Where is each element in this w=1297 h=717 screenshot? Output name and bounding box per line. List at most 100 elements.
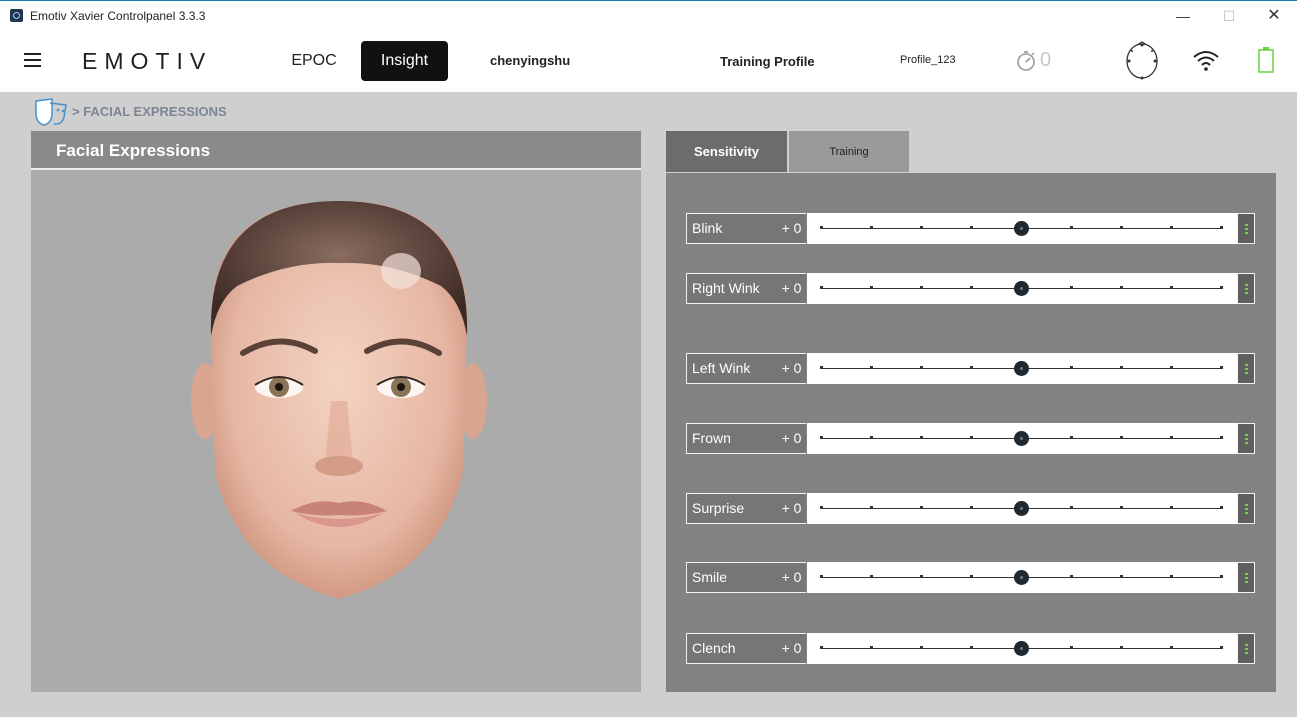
slider-knob[interactable] <box>1014 281 1029 296</box>
slider-tick <box>970 436 973 439</box>
slider-tick <box>920 646 923 649</box>
slider-tick <box>920 286 923 289</box>
smile-row: Smile + 0 <box>686 562 1256 593</box>
right-wink-row: Right Wink + 0 <box>686 273 1256 304</box>
level-bar <box>1245 372 1248 374</box>
slider-tick <box>1220 366 1223 369</box>
slider-tick <box>920 366 923 369</box>
level-bar <box>1245 364 1248 366</box>
masks-icon <box>35 98 67 126</box>
blink-row: Blink + 0 <box>686 213 1256 244</box>
tab-training[interactable]: Training <box>789 131 909 172</box>
level-indicator <box>1237 213 1255 244</box>
level-bar <box>1245 652 1248 654</box>
row-label: Frown <box>686 423 782 454</box>
level-bar <box>1245 442 1248 444</box>
row-label: Left Wink <box>686 353 782 384</box>
slider-tick <box>1220 286 1223 289</box>
row-label: Blink <box>686 213 782 244</box>
sensitivity-slider[interactable] <box>807 423 1237 454</box>
slider-tick <box>1220 226 1223 229</box>
window-title: Emotiv Xavier Controlpanel 3.3.3 <box>30 9 206 23</box>
slider-tick <box>870 506 873 509</box>
slider-tick <box>870 646 873 649</box>
sensitivity-slider[interactable] <box>807 562 1237 593</box>
slider-tick <box>1120 286 1123 289</box>
face-avatar-image <box>191 201 487 599</box>
slider-tick <box>1170 506 1173 509</box>
clench-row: Clench + 0 <box>686 633 1256 664</box>
stopwatch-icon <box>1017 51 1035 71</box>
tab-sensitivity[interactable]: Sensitivity <box>666 131 787 172</box>
maximize-button[interactable]: ☐ <box>1206 1 1252 31</box>
level-indicator <box>1237 562 1255 593</box>
slider-tick <box>1120 226 1123 229</box>
slider-tick <box>1120 436 1123 439</box>
slider-knob[interactable] <box>1014 570 1029 585</box>
slider-tick <box>820 226 823 229</box>
slider-knob[interactable] <box>1014 641 1029 656</box>
level-bar <box>1245 577 1248 579</box>
sensitivity-slider[interactable] <box>807 353 1237 384</box>
slider-tick <box>920 226 923 229</box>
panel-title: Facial Expressions <box>56 141 211 160</box>
slider-tick <box>1120 506 1123 509</box>
slider-tick <box>1070 506 1073 509</box>
level-bar <box>1245 512 1248 514</box>
level-bar <box>1245 284 1248 286</box>
slider-tick <box>1070 436 1073 439</box>
slider-tick <box>820 506 823 509</box>
level-bar <box>1245 504 1248 506</box>
profile-name[interactable]: Profile_123 <box>900 54 956 66</box>
sensitivity-slider[interactable] <box>807 493 1237 524</box>
slider-knob[interactable] <box>1014 361 1029 376</box>
slider-tick <box>820 366 823 369</box>
slider-tick <box>870 366 873 369</box>
surprise-row: Surprise + 0 <box>686 493 1256 524</box>
wifi-icon <box>1193 51 1219 71</box>
slider-tick <box>1070 646 1073 649</box>
left-wink-row: Left Wink + 0 <box>686 353 1256 384</box>
slider-tick <box>1120 366 1123 369</box>
breadcrumb: > FACIAL EXPRESSIONS <box>72 104 227 119</box>
epoc-button[interactable]: EPOC <box>284 42 344 80</box>
slider-tick <box>820 436 823 439</box>
level-bar <box>1245 224 1248 226</box>
menu-icon[interactable] <box>24 53 41 67</box>
close-button[interactable]: ✕ <box>1251 1 1297 31</box>
level-bar <box>1245 573 1248 575</box>
level-bar <box>1245 228 1248 230</box>
slider-tick <box>870 436 873 439</box>
insight-button[interactable]: Insight <box>361 41 448 81</box>
level-bar <box>1245 232 1248 234</box>
level-indicator <box>1237 493 1255 524</box>
slider-tick <box>970 506 973 509</box>
slider-tick <box>970 286 973 289</box>
row-label: Clench <box>686 633 782 664</box>
slider-tick <box>920 575 923 578</box>
headset-icon[interactable] <box>1123 41 1161 81</box>
slider-knob[interactable] <box>1014 221 1029 236</box>
slider-tick <box>1170 436 1173 439</box>
battery-icon <box>1258 47 1274 73</box>
slider-knob[interactable] <box>1014 501 1029 516</box>
sensitivity-slider[interactable] <box>807 213 1237 244</box>
slider-knob[interactable] <box>1014 431 1029 446</box>
slider-tick <box>1170 286 1173 289</box>
slider-tick <box>820 286 823 289</box>
minimize-button[interactable]: — <box>1160 1 1206 31</box>
slider-tick <box>1220 575 1223 578</box>
slider-tick <box>1170 575 1173 578</box>
emotiv-logo: EMOTIV <box>82 48 213 74</box>
sensitivity-slider[interactable] <box>807 633 1237 664</box>
app-icon <box>10 9 23 22</box>
sensitivity-panel: Blink + 0 Right Wink + 0 Left Wink + 0 F… <box>666 173 1276 692</box>
level-bar <box>1245 508 1248 510</box>
level-bar <box>1245 648 1248 650</box>
slider-tick <box>1220 436 1223 439</box>
timer-value: 0 <box>1040 49 1052 71</box>
slider-tick <box>1220 646 1223 649</box>
sensitivity-slider[interactable] <box>807 273 1237 304</box>
slider-tick <box>820 646 823 649</box>
username[interactable]: chenyingshu <box>490 53 570 68</box>
